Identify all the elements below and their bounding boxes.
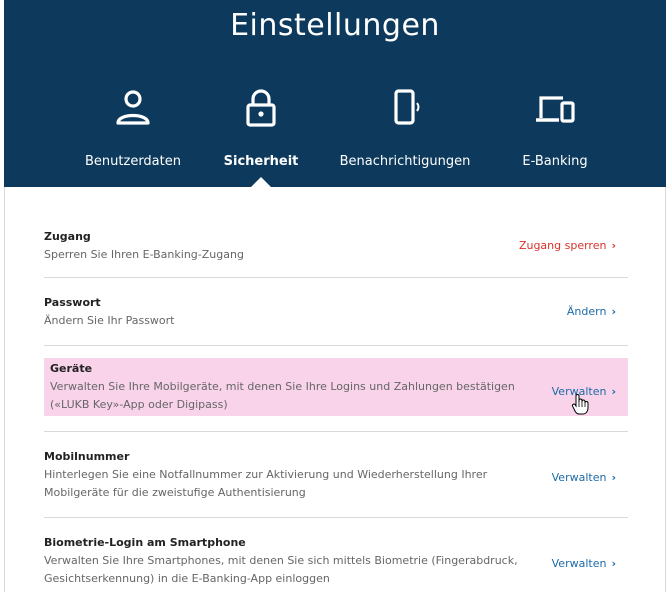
row-description: Sperren Sie Ihren E-Banking-Zugang bbox=[44, 248, 244, 261]
row-title: Biometrie-Login am Smartphone bbox=[44, 536, 246, 549]
action-label: Zugang sperren bbox=[518, 239, 607, 252]
hand-cursor-icon bbox=[571, 394, 589, 415]
user-icon bbox=[116, 90, 150, 125]
lock-access-link[interactable]: Zugang sperren › bbox=[519, 239, 616, 252]
list-item-zugang: Zugang Sperren Sie Ihren E-Banking-Zugan… bbox=[44, 212, 628, 278]
chevron-right-icon: › bbox=[611, 385, 616, 398]
list-item-geraete: Geräte Verwalten Sie Ihre Mobilgeräte, m… bbox=[44, 346, 628, 432]
row-description: Verwalten Sie Ihre Smartphones, mit dene… bbox=[44, 554, 518, 585]
tab-sicherheit[interactable]: Sicherheit bbox=[181, 88, 341, 188]
change-password-link[interactable]: Ändern › bbox=[567, 305, 616, 318]
manage-biometrics-link[interactable]: Verwalten › bbox=[552, 557, 616, 570]
tab-benachrichtigungen[interactable]: Benachrichtigungen bbox=[325, 88, 485, 187]
settings-list: Zugang Sperren Sie Ihren E-Banking-Zugan… bbox=[44, 212, 628, 592]
manage-mobile-number-link[interactable]: Verwalten › bbox=[552, 471, 616, 484]
list-item-mobilnummer: Mobilnummer Hinterlegen Sie eine Notfall… bbox=[44, 432, 628, 518]
tab-label: Sicherheit bbox=[223, 154, 299, 169]
settings-header: Einstellungen Benutzerdaten Sicherheit B… bbox=[4, 0, 666, 188]
row-title: Geräte bbox=[50, 362, 93, 375]
row-title: Passwort bbox=[44, 296, 101, 309]
row-description: Hinterlegen Sie eine Notfallnummer zur A… bbox=[44, 468, 488, 499]
row-description: Verwalten Sie Ihre Mobilgeräte, mit dene… bbox=[50, 380, 515, 411]
row-title: Zugang bbox=[44, 230, 91, 243]
action-label: Verwalten bbox=[551, 471, 607, 484]
page-title: Einstellungen bbox=[230, 8, 440, 43]
action-label: Ändern bbox=[566, 305, 607, 318]
active-tab-caret bbox=[250, 177, 272, 188]
list-item-biometrie: Biometrie-Login am Smartphone Verwalten … bbox=[44, 518, 628, 592]
action-label: Verwalten bbox=[551, 557, 607, 570]
row-title: Mobilnummer bbox=[44, 450, 130, 463]
tab-label: Benachrichtigungen bbox=[339, 154, 471, 169]
tab-label: E-Banking bbox=[522, 154, 588, 169]
phone-notification-icon bbox=[394, 89, 420, 125]
chevron-right-icon: › bbox=[611, 471, 616, 484]
lock-icon bbox=[246, 89, 276, 127]
settings-page: Einstellungen Benutzerdaten Sicherheit B… bbox=[0, 0, 666, 592]
chevron-right-icon: › bbox=[611, 557, 616, 570]
chevron-right-icon: › bbox=[611, 305, 616, 318]
list-item-passwort: Passwort Ändern Sie Ihr Passwort Ändern › bbox=[44, 278, 628, 346]
tab-e-banking[interactable]: E-Banking bbox=[475, 88, 635, 187]
laptop-phone-icon bbox=[536, 96, 575, 123]
chevron-right-icon: › bbox=[611, 239, 616, 252]
row-description: Ändern Sie Ihr Passwort bbox=[44, 314, 175, 327]
